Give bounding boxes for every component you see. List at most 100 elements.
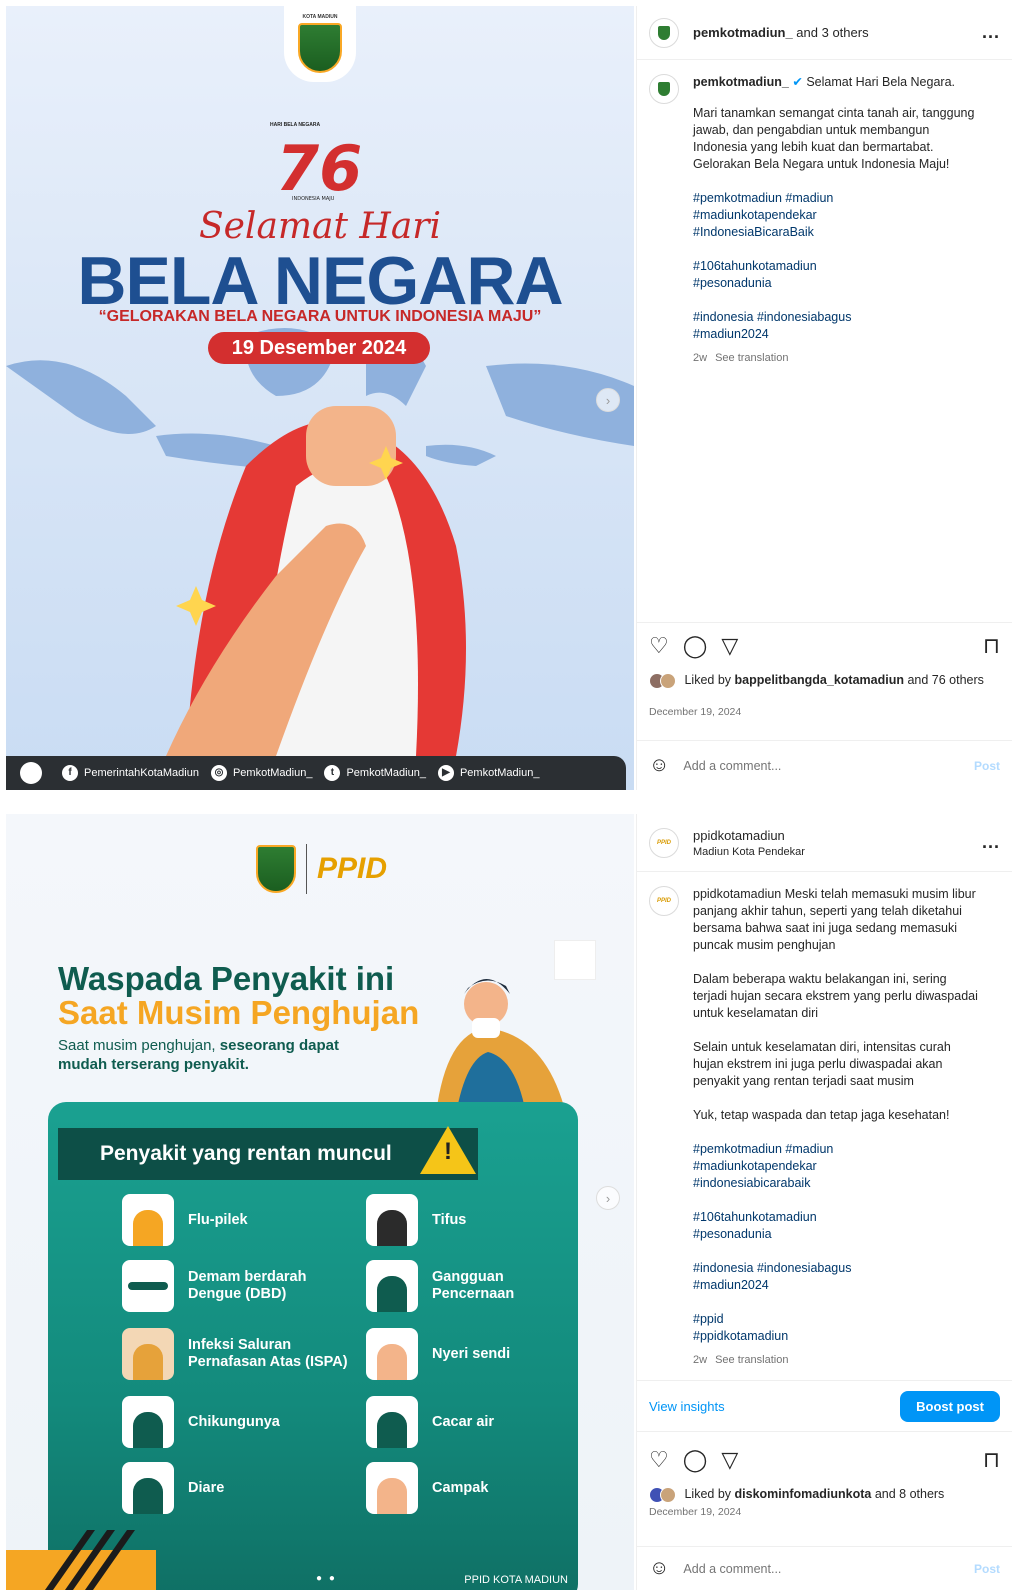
disease-label: Diare — [188, 1479, 225, 1496]
hashtag-link[interactable]: #madiun2024 — [693, 326, 978, 343]
chevron-right-icon: › — [605, 1190, 611, 1206]
hashtag-link[interactable]: #madiunkotapendekar — [693, 207, 978, 224]
hashtag-link[interactable]: #pemkotmadiun #madiun — [693, 190, 978, 207]
insights-bar: View insights Boost post — [637, 1380, 1012, 1432]
disease-label: Campak — [432, 1479, 489, 1496]
likes-user[interactable]: diskominfomadiunkota — [735, 1487, 872, 1501]
bookmark-icon[interactable]: ⊓ — [983, 634, 1000, 657]
caption-meta: 2w See translation — [693, 1352, 978, 1369]
likes-suffix[interactable]: and 76 others — [904, 673, 983, 687]
media-title-2: Saat Musim Penghujan — [58, 994, 420, 1031]
hashtag-link[interactable]: #pesonadunia — [693, 275, 978, 292]
hashtag-link[interactable]: #pesonadunia — [693, 1226, 978, 1243]
caption-avatar[interactable] — [649, 74, 679, 104]
hashtag-link[interactable]: #106tahunkotamadiun — [693, 1209, 978, 1226]
hashtag-link[interactable]: #IndonesiaBicaraBaik — [693, 224, 978, 241]
post-comment-button[interactable]: Post — [974, 1562, 1000, 1576]
heart-icon[interactable]: ♡ — [649, 1449, 669, 1471]
likes-user[interactable]: bappelitbangda_kotamadiun — [735, 673, 904, 687]
media-footer: PPID KOTA MADIUN — [464, 1574, 568, 1586]
hashtag-link[interactable]: #indonesia #indonesiabagus — [693, 309, 978, 326]
header-text: ppidkotamadiun Madiun Kota Pendekar — [679, 828, 805, 858]
disease-picture — [366, 1462, 418, 1514]
likes-summary[interactable]: Liked by bappelitbangda_kotamadiun and 7… — [649, 672, 1000, 689]
comment-icon[interactable]: ◯ — [683, 634, 708, 657]
action-bar: ♡ ◯ ▽ ⊓ — [637, 1440, 1012, 1480]
hashtag-link[interactable]: #indonesiabicarabaik — [693, 1175, 978, 1192]
logo-number: 76 — [276, 132, 362, 202]
disease-picture — [122, 1462, 174, 1514]
hashtag-link[interactable]: #indonesia #indonesiabagus — [693, 1260, 978, 1277]
boost-post-button[interactable]: Boost post — [900, 1390, 1000, 1422]
logo-sub: INDONESIA MAJU — [292, 196, 335, 202]
view-insights-link[interactable]: View insights — [649, 1399, 725, 1414]
next-slide-button[interactable]: › — [596, 388, 620, 412]
post-1-image[interactable]: KOTA MADIUN HARI BELA NEGARA 76 INDONESI… — [6, 6, 634, 790]
social-footer: f PemerintahKotaMadiun ◎ PemkotMadiun_ t Pe… — [6, 756, 626, 790]
hashtag-link[interactable]: #madiun2024 — [693, 1277, 978, 1294]
disease-picture — [366, 1260, 418, 1312]
disease-label: Infeksi Saluran Pernafasan Atas (ISPA) — [188, 1337, 348, 1370]
hashtag-link[interactable]: #ppid — [693, 1311, 978, 1328]
instagram-icon: ◎ — [210, 765, 227, 781]
hashtag-link[interactable]: #ppidkotamadiun — [693, 1328, 978, 1345]
slogan: “GELORAKAN BELA NEGARA UNTUK INDONESIA M… — [98, 308, 542, 325]
likes-suffix[interactable]: and 8 others — [871, 1487, 945, 1501]
disease-item: Chikungunya — [122, 1396, 280, 1448]
header-username[interactable]: ppidkotamadiun — [693, 828, 805, 843]
disease-label: Gangguan Pencernaan — [432, 1269, 515, 1302]
post-2-image[interactable]: PPID Waspada Penyakit ini Saat Musim Pen… — [6, 814, 634, 1590]
header-username[interactable]: pemkotmadiun_ and 3 others — [693, 25, 869, 40]
hashtag-link[interactable]: #pemkotmadiun #madiun — [693, 1141, 978, 1158]
more-options-button[interactable]: ... — [982, 832, 1000, 853]
avatar[interactable]: PPID — [649, 827, 679, 858]
bookmark-icon[interactable]: ⊓ — [983, 1449, 1000, 1471]
avatar[interactable] — [649, 17, 679, 48]
carousel-dots: ● ● — [316, 1573, 337, 1584]
emoji-icon[interactable]: ☺ — [649, 1557, 669, 1580]
collab-text: and 3 others — [792, 25, 869, 40]
caption-paragraph: Mari tanamkan semangat cinta tanah air, … — [693, 106, 975, 171]
social-twitter: t PemkotMadiun_ — [324, 765, 426, 781]
hashtag-link[interactable]: #106tahunkotamadiun — [693, 258, 978, 275]
comment-input[interactable] — [683, 1561, 974, 1576]
caption-paragraph: Selain untuk keselamatan diri, intensita… — [693, 1040, 951, 1088]
disease-label: Demam berdarah Dengue (DBD) — [188, 1269, 307, 1302]
emoji-icon[interactable]: ☺ — [649, 754, 669, 777]
share-icon[interactable]: ▽ — [721, 1449, 738, 1471]
caption-username[interactable]: ppidkotamadiun — [693, 887, 781, 901]
disease-item: Campak — [366, 1462, 488, 1514]
see-translation-link[interactable]: See translation — [715, 1354, 788, 1366]
comment-bar: ☺ Post — [637, 740, 1012, 790]
caption-meta: 2w See translation — [693, 350, 978, 367]
next-slide-button[interactable]: › — [596, 1186, 620, 1210]
heart-icon[interactable]: ♡ — [649, 634, 669, 657]
media-subtitle: Saat musim penghujan, seseorang dapat mu… — [58, 1036, 388, 1074]
youtube-icon: ▶ — [437, 765, 454, 781]
disease-picture — [122, 1260, 174, 1312]
facebook-icon: f — [62, 765, 78, 781]
post-age: 2w — [693, 1354, 708, 1366]
caption-username[interactable]: pemkotmadiun_ — [693, 75, 789, 89]
comment-input[interactable] — [683, 758, 974, 773]
crest-icon — [658, 25, 670, 40]
likes-summary[interactable]: Liked by diskominfomadiunkota and 8 othe… — [649, 1486, 1000, 1503]
share-icon[interactable]: ▽ — [721, 634, 738, 657]
username-text: pemkotmadiun_ — [693, 25, 793, 40]
disease-item: Diare — [122, 1462, 224, 1514]
disease-item: Cacar air — [366, 1396, 494, 1448]
logo-divider — [306, 844, 307, 894]
post-header: PPID ppidkotamadiun Madiun Kota Pendekar… — [637, 814, 1012, 872]
comment-icon[interactable]: ◯ — [683, 1449, 708, 1471]
post-comment-button[interactable]: Post — [974, 759, 1000, 773]
verified-badge-icon: ✔ — [792, 75, 803, 89]
ppid-mini-logo-icon: PPID — [656, 898, 671, 904]
crest-label: KOTA MADIUN — [302, 14, 338, 20]
more-options-button[interactable]: ... — [982, 22, 1000, 43]
see-translation-link[interactable]: See translation — [715, 352, 788, 364]
action-bar: ♡ ◯ ▽ ⊓ — [637, 622, 1012, 668]
caption-avatar[interactable]: PPID — [649, 886, 679, 916]
disease-item: Tifus — [366, 1194, 466, 1246]
post-2: PPID Waspada Penyakit ini Saat Musim Pen… — [0, 808, 1016, 1590]
hashtag-link[interactable]: #madiunkotapendekar — [693, 1158, 978, 1175]
